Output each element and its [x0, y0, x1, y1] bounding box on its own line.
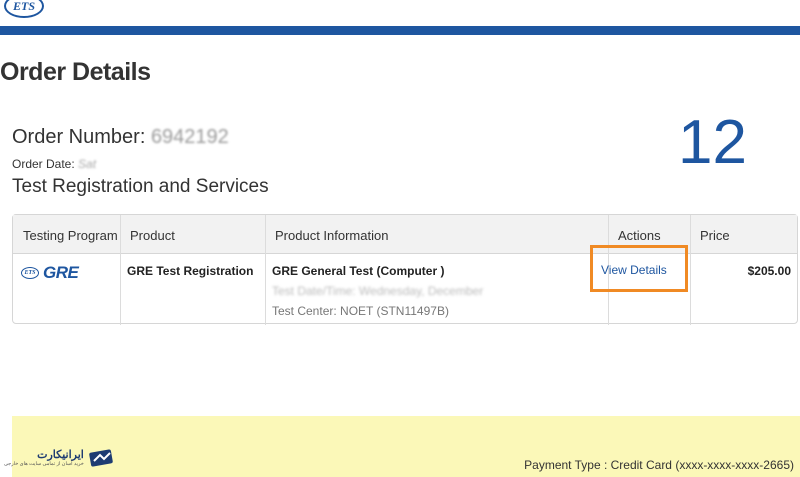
order-number: Order Number: 6942192 — [12, 126, 229, 149]
iranicard-watermark: ایرانیکارت خرید آسان از تمامی سایت های خ… — [4, 447, 116, 469]
gre-logo-text: GRE — [43, 263, 79, 282]
column-divider — [120, 215, 121, 325]
product-info-date: Test Date/Time: Wednesday, December — [272, 284, 484, 298]
column-header-price: Price — [700, 228, 730, 243]
order-date-label: Order Date: — [12, 157, 75, 171]
column-header-actions: Actions — [618, 228, 661, 243]
column-header-product: Product — [130, 228, 175, 243]
step-number-annotation: 12 — [678, 108, 747, 177]
column-header-testing-program: Testing Program — [23, 228, 118, 243]
gre-program-logo: ETS GRE — [21, 263, 79, 283]
product-info-title: GRE General Test (Computer ) — [272, 264, 445, 278]
iranicard-logo-icon — [89, 449, 113, 467]
watermark-title: ایرانیکارت — [37, 448, 84, 461]
highlight-annotation-box — [590, 245, 688, 292]
column-divider — [265, 215, 266, 325]
order-date-value: Sat — [78, 157, 97, 171]
product-info-test-center: Test Center: NOET (STN11497B) — [272, 304, 449, 318]
payment-type: Payment Type : Credit Card (xxxx-xxxx-xx… — [524, 458, 794, 472]
section-title: Test Registration and Services — [12, 176, 269, 197]
column-divider — [690, 215, 691, 325]
order-number-label: Order Number: — [12, 126, 146, 148]
order-date: Order Date: Sat — [12, 157, 96, 171]
header-blue-rule — [0, 26, 800, 35]
ets-logo[interactable]: ETS — [4, 0, 44, 18]
watermark-text: ایرانیکارت خرید آسان از تمامی سایت های خ… — [4, 449, 84, 467]
ets-mini-logo: ETS — [21, 267, 39, 279]
column-header-product-information: Product Information — [275, 228, 389, 243]
item-price: $205.00 — [747, 264, 791, 278]
page-title: Order Details — [0, 58, 151, 86]
order-number-value: 6942192 — [150, 126, 229, 148]
top-header: ETS — [0, 0, 800, 26]
product-name: GRE Test Registration — [127, 264, 254, 278]
watermark-subtitle: خرید آسان از تمامی سایت های خارجی — [4, 461, 84, 468]
